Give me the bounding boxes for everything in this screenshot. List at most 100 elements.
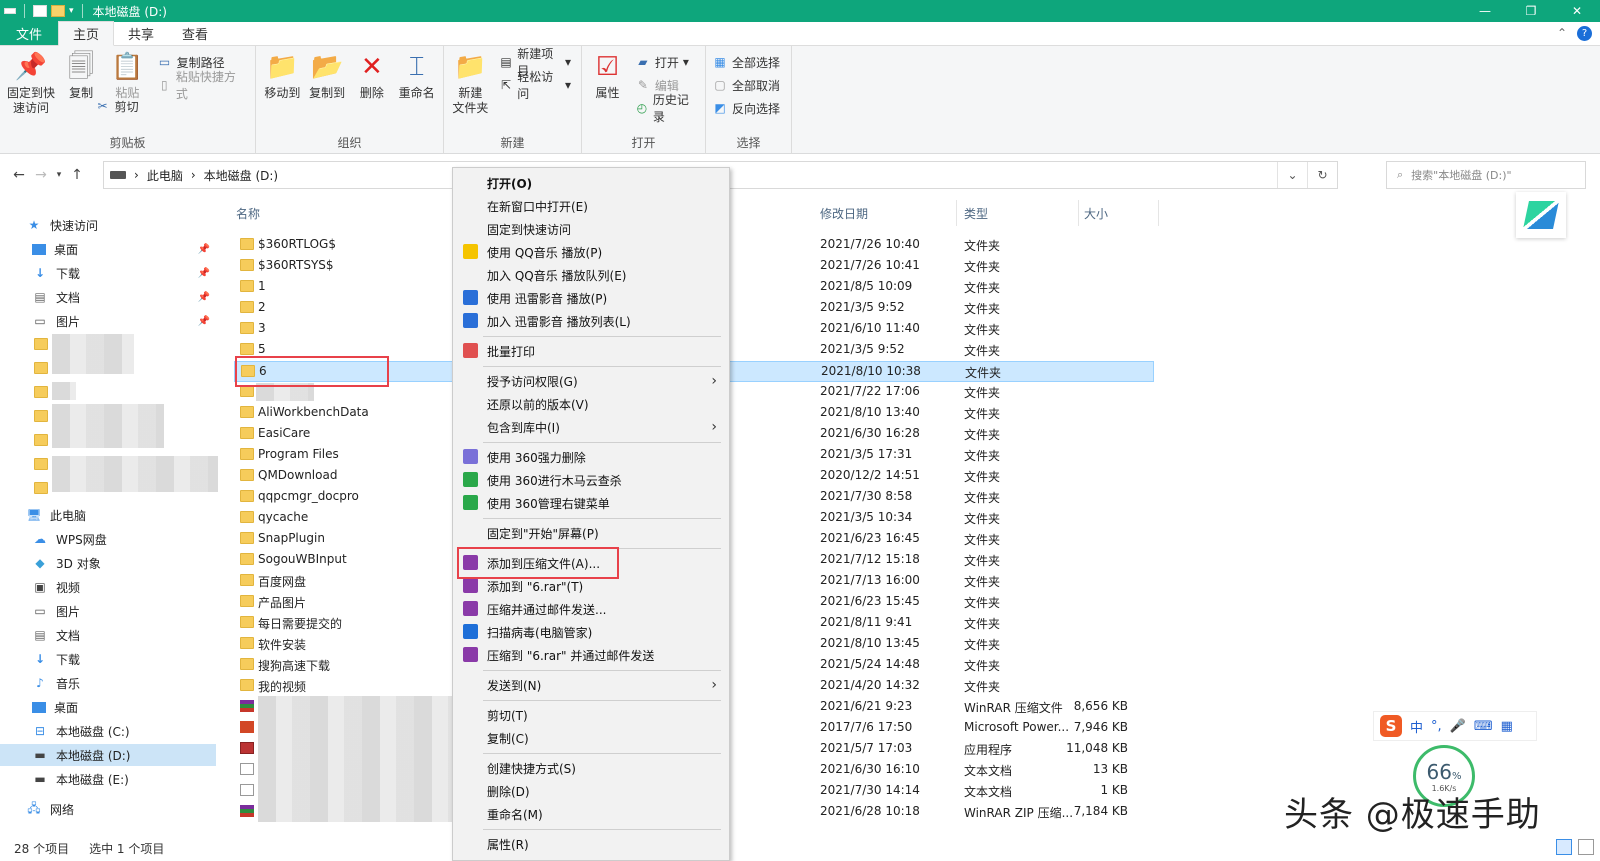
recent-chevron-icon[interactable]: ▾ [52,170,66,180]
close-button[interactable]: ✕ [1554,0,1600,22]
column-header-size[interactable]: 大小 [1084,200,1108,226]
breadcrumb-drive-d[interactable]: 本地磁盘 (D:) [204,167,278,184]
context-menu-item[interactable]: 还原以前的版本(V) [453,393,729,415]
file-type: 文件夹 [964,281,1001,295]
context-menu-item[interactable]: 使用 360强力删除 [453,446,729,468]
up-arrow-icon[interactable]: ↑ [66,167,88,183]
title-bar: ▾ 本地磁盘 (D:) — ❐ ✕ [0,0,1600,22]
context-menu-item[interactable]: 扫描病毒(电脑管家) [453,621,729,643]
sidebar-item-desktop[interactable]: 桌面 📌 [0,238,216,260]
context-menu-item[interactable]: 批量打印 [453,340,729,362]
collapse-ribbon-icon[interactable]: ⌃ [1557,26,1567,41]
context-menu-item[interactable]: 发送到(N) › [453,674,729,696]
context-menu-item[interactable]: 加入 迅雷影音 播放列表(L) [453,310,729,332]
context-menu-item[interactable]: 使用 QQ音乐 播放(P) [453,241,729,263]
context-menu-item[interactable]: 包含到库中(I) › [453,416,729,438]
file-date: 2021/3/5 9:52 [820,300,905,314]
context-menu-item[interactable]: 使用 360管理右键菜单 [453,492,729,514]
context-menu-item[interactable]: 加入 QQ音乐 播放队列(E) [453,264,729,286]
submenu-arrow-icon: › [711,419,717,435]
help-icon[interactable]: ? [1577,26,1592,41]
paste-shortcut-button[interactable]: ▯ 粘贴快捷方式 [157,70,245,101]
tab-share[interactable]: 共享 [114,21,168,45]
context-menu-item[interactable]: 重命名(M) [453,803,729,825]
column-header-date[interactable]: 修改日期 [820,200,868,226]
sidebar-item-music[interactable]: ♪ 音乐 [0,672,216,694]
menu-separator [483,336,721,337]
details-view-icon[interactable] [1556,839,1572,855]
sidebar-quick-access[interactable]: ★ 快速访问 [0,214,216,236]
context-menu-item[interactable]: 压缩并通过邮件发送... [453,598,729,620]
context-menu-item[interactable]: 使用 360进行木马云查杀 [453,469,729,491]
toolbox-icon[interactable]: ▦ [1501,719,1513,734]
context-menu-item[interactable]: 删除(D) [453,780,729,802]
microphone-icon[interactable]: 🎤 [1450,719,1466,734]
context-menu-item[interactable]: 固定到"开始"屏幕(P) [453,522,729,544]
context-menu-item[interactable]: 剪切(T) [453,704,729,726]
folder-icon [34,482,48,494]
history-button[interactable]: ◴ 历史记录 [635,93,695,124]
folder-icon [240,448,254,460]
file-type: WinRAR 压缩文件 [964,701,1063,715]
sidebar-item-documents-pc[interactable]: ▤ 文档 [0,624,216,646]
context-menu-label: 使用 迅雷影音 播放(P) [487,291,608,306]
sidebar-network[interactable]: 🖧 网络 [0,798,216,820]
properties-quick-icon[interactable] [33,5,47,17]
breadcrumb-this-pc[interactable]: 此电脑 [147,167,183,184]
sidebar-item-3d[interactable]: ◆ 3D 对象 [0,552,216,574]
ime-toolbar[interactable]: S 中 °, 🎤 ⌨ ▦ [1373,711,1537,741]
status-bar: 28 个项目 选中 1 个项目 [0,836,1600,860]
sidebar-item-pictures[interactable]: ▭ 图片 📌 [0,310,216,332]
context-menu-item[interactable]: 授予访问权限(G) › [453,370,729,392]
tab-file[interactable]: 文件 [0,21,59,45]
search-box[interactable]: ⌕ 搜索"本地磁盘 (D:)" [1386,161,1586,189]
sidebar-item-wps[interactable]: ☁ WPS网盘 [0,528,216,550]
address-dropdown-icon[interactable]: ⌄ [1277,162,1307,188]
context-menu-item[interactable]: 固定到快速访问 [453,218,729,240]
back-arrow-icon[interactable]: ← [8,167,30,183]
tab-view[interactable]: 查看 [168,21,222,45]
sidebar-item-downloads-pc[interactable]: ↓ 下载 [0,648,216,670]
rar-icon [463,647,478,662]
large-icons-view-icon[interactable] [1578,839,1594,855]
sidebar-item-drive-e[interactable]: ▬ 本地磁盘 (E:) [0,768,216,790]
open-button[interactable]: ▰ 打开 ▾ [635,52,695,72]
context-menu-item[interactable]: 复制(C) [453,727,729,749]
sidebar-item-drive-c[interactable]: ⊟ 本地磁盘 (C:) [0,720,216,742]
column-header-type[interactable]: 类型 [964,200,988,226]
cut-button[interactable]: ✂ 剪切 [95,96,245,116]
context-menu-item[interactable]: 创建快捷方式(S) [453,757,729,779]
new-folder-quick-icon[interactable] [51,5,65,17]
forward-arrow-icon[interactable]: → [30,167,52,183]
select-none-button[interactable]: ▢ 全部取消 [712,75,780,95]
maximize-button[interactable]: ❐ [1508,0,1554,22]
file-type: 文件夹 [964,680,1001,694]
refresh-icon[interactable]: ↻ [1307,162,1337,188]
sidebar-item-pictures-pc[interactable]: ▭ 图片 [0,600,216,622]
context-menu-item[interactable]: 在新窗口中打开(E) [453,195,729,217]
sidebar-item-downloads[interactable]: ↓ 下载 📌 [0,262,216,284]
minimize-button[interactable]: — [1462,0,1508,22]
invert-selection-button[interactable]: ◩ 反向选择 [712,98,780,118]
context-menu-item[interactable]: 使用 迅雷影音 播放(P) [453,287,729,309]
chevron-down-icon[interactable]: ▾ [69,6,74,16]
keyboard-icon[interactable]: ⌨ [1474,719,1493,734]
sidebar-item-drive-d[interactable]: ▬ 本地磁盘 (D:) [0,744,216,766]
360-icon [463,495,478,510]
tab-home[interactable]: 主页 [58,21,115,46]
context-menu-label: 固定到"开始"屏幕(P) [487,526,599,541]
context-menu-item[interactable]: 压缩到 "6.rar" 并通过邮件发送 [453,644,729,666]
sidebar-item-videos[interactable]: ▣ 视频 [0,576,216,598]
file-type: 文件夹 [964,428,1001,442]
select-all-button[interactable]: ▦ 全部选择 [712,52,780,72]
sidebar-this-pc[interactable]: 🖥 此电脑 [0,504,216,526]
ime-mode-label[interactable]: 中 [1410,717,1423,736]
folder-icon [34,458,48,470]
sidebar-item-documents[interactable]: ▤ 文档 📌 [0,286,216,308]
sidebar-item-desktop-pc[interactable]: 桌面 [0,696,216,718]
floating-app-logo[interactable] [1516,192,1566,238]
easy-access-button[interactable]: ⇱ 轻松访问 ▾ [499,70,571,101]
column-header-name[interactable]: 名称 [236,200,260,226]
punctuation-icon[interactable]: °, [1431,719,1442,734]
context-menu-item[interactable]: 打开(O) [453,172,729,194]
